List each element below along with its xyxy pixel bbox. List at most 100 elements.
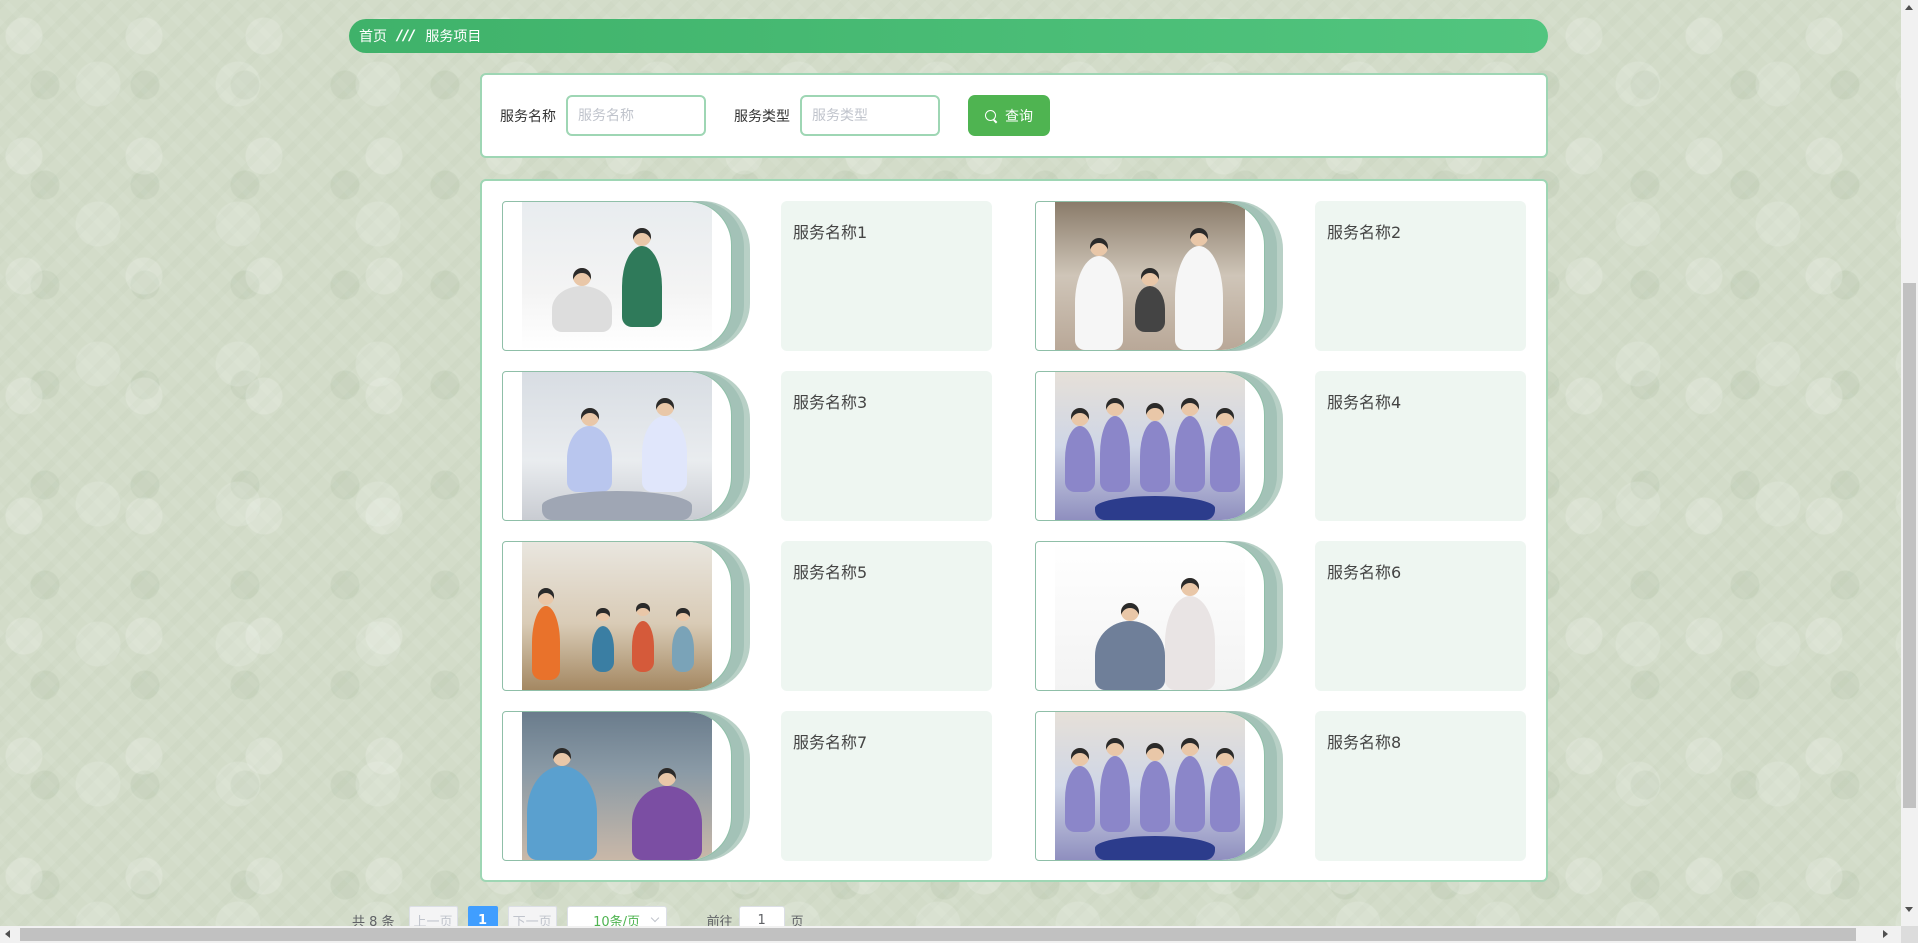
breadcrumb: 首页 /// 服务项目 [349, 19, 1548, 53]
service-name-input[interactable] [566, 95, 706, 136]
person-figure [642, 416, 687, 492]
service-image-card[interactable] [502, 371, 750, 521]
horizontal-scrollbar[interactable] [0, 926, 1918, 943]
image-frame [502, 371, 732, 521]
person-head [553, 748, 571, 766]
service-name-card[interactable]: 服务名称6 [1315, 541, 1526, 691]
person-head [596, 608, 610, 622]
person-figure [672, 626, 694, 672]
person-head [658, 768, 676, 786]
search-panel: 服务名称 服务类型 查询 [480, 73, 1548, 158]
person-figure [632, 621, 654, 672]
scrollbar-corner [1901, 926, 1918, 943]
doctors-checkup-photo [1055, 202, 1245, 350]
person-figure [1165, 596, 1215, 690]
person-figure [552, 286, 612, 332]
service-name-text: 服务名称4 [1327, 393, 1402, 412]
person-figure [1100, 756, 1130, 832]
person-head [537, 588, 555, 605]
service-name-text: 服务名称8 [1327, 733, 1402, 752]
person-head [1071, 748, 1089, 766]
person-head [1216, 408, 1234, 426]
exercise-class-photo [522, 542, 712, 690]
service-type-label: 服务类型 [734, 108, 790, 125]
person-head [1141, 268, 1159, 286]
training-group-photo [1055, 712, 1245, 860]
service-name-card[interactable]: 服务名称8 [1315, 711, 1526, 861]
scroll-up-arrow-icon[interactable] [1905, 5, 1913, 10]
vertical-scrollbar[interactable] [1901, 0, 1918, 926]
person-head [636, 603, 650, 617]
service-name-card[interactable]: 服务名称1 [781, 201, 992, 351]
image-frame [1035, 201, 1265, 351]
breadcrumb-home-link[interactable]: 首页 [359, 26, 387, 46]
caregiver-chat-photo [522, 712, 712, 860]
query-button[interactable]: 查询 [968, 95, 1050, 136]
person-figure [527, 766, 597, 860]
person-figure [1095, 836, 1215, 860]
service-image-card[interactable] [1035, 201, 1283, 351]
person-head [1121, 603, 1139, 621]
service-image-card[interactable] [1035, 371, 1283, 521]
service-name-label: 服务名称 [500, 108, 556, 125]
person-head [655, 398, 674, 416]
person-figure [1140, 421, 1170, 492]
service-name-group: 服务名称 [500, 95, 706, 136]
person-figure [1095, 496, 1215, 520]
person-head [1181, 738, 1199, 756]
service-name-card[interactable]: 服务名称4 [1315, 371, 1526, 521]
service-name-card[interactable]: 服务名称3 [781, 371, 992, 521]
person-head [580, 408, 599, 426]
service-image-card[interactable] [502, 711, 750, 861]
person-figure [592, 626, 614, 672]
service-image-card[interactable] [1035, 711, 1283, 861]
vertical-scroll-thumb[interactable] [1903, 283, 1916, 808]
service-image-card[interactable] [502, 541, 750, 691]
scroll-left-arrow-icon[interactable] [5, 930, 10, 938]
person-head [1190, 228, 1208, 246]
person-figure [1100, 416, 1130, 492]
query-button-label: 查询 [1005, 108, 1033, 125]
scroll-down-arrow-icon[interactable] [1905, 907, 1913, 912]
person-figure [632, 786, 702, 860]
person-head [1216, 748, 1234, 766]
person-figure [1210, 766, 1240, 832]
person-head [573, 268, 591, 286]
service-name-card[interactable]: 服务名称7 [781, 711, 992, 861]
image-frame [502, 711, 732, 861]
person-figure [622, 246, 662, 327]
service-image-card[interactable] [502, 201, 750, 351]
person-head [1090, 238, 1108, 256]
service-name-card[interactable]: 服务名称5 [781, 541, 992, 691]
service-name-text: 服务名称6 [1327, 563, 1402, 582]
service-name-text: 服务名称1 [793, 223, 868, 242]
person-figure [1065, 426, 1095, 492]
person-head [1106, 398, 1124, 416]
service-type-group: 服务类型 [734, 95, 940, 136]
person-figure [1075, 256, 1123, 350]
service-name-text: 服务名称2 [1327, 223, 1402, 242]
person-head [676, 608, 690, 622]
person-head [1181, 398, 1199, 416]
image-frame [502, 201, 732, 351]
scroll-right-arrow-icon[interactable] [1883, 930, 1888, 938]
person-figure [567, 426, 612, 492]
breadcrumb-separator: /// [397, 28, 416, 44]
breadcrumb-current: 服务项目 [425, 29, 482, 45]
person-head [1106, 738, 1124, 756]
service-name-text: 服务名称5 [793, 563, 868, 582]
training-group-photo [1055, 372, 1245, 520]
service-name-card[interactable]: 服务名称2 [1315, 201, 1526, 351]
service-image-card[interactable] [1035, 541, 1283, 691]
nurse-bedside-photo [522, 202, 712, 350]
person-figure [1095, 621, 1165, 690]
person-head [633, 228, 651, 246]
image-frame [1035, 711, 1265, 861]
horizontal-scroll-thumb[interactable] [20, 928, 1856, 941]
service-name-text: 服务名称7 [793, 733, 868, 752]
caregiver-elder-photo [1055, 542, 1245, 690]
service-type-input[interactable] [800, 95, 940, 136]
nurses-caring-photo [522, 372, 712, 520]
service-name-text: 服务名称3 [793, 393, 868, 412]
person-figure [1175, 246, 1223, 350]
